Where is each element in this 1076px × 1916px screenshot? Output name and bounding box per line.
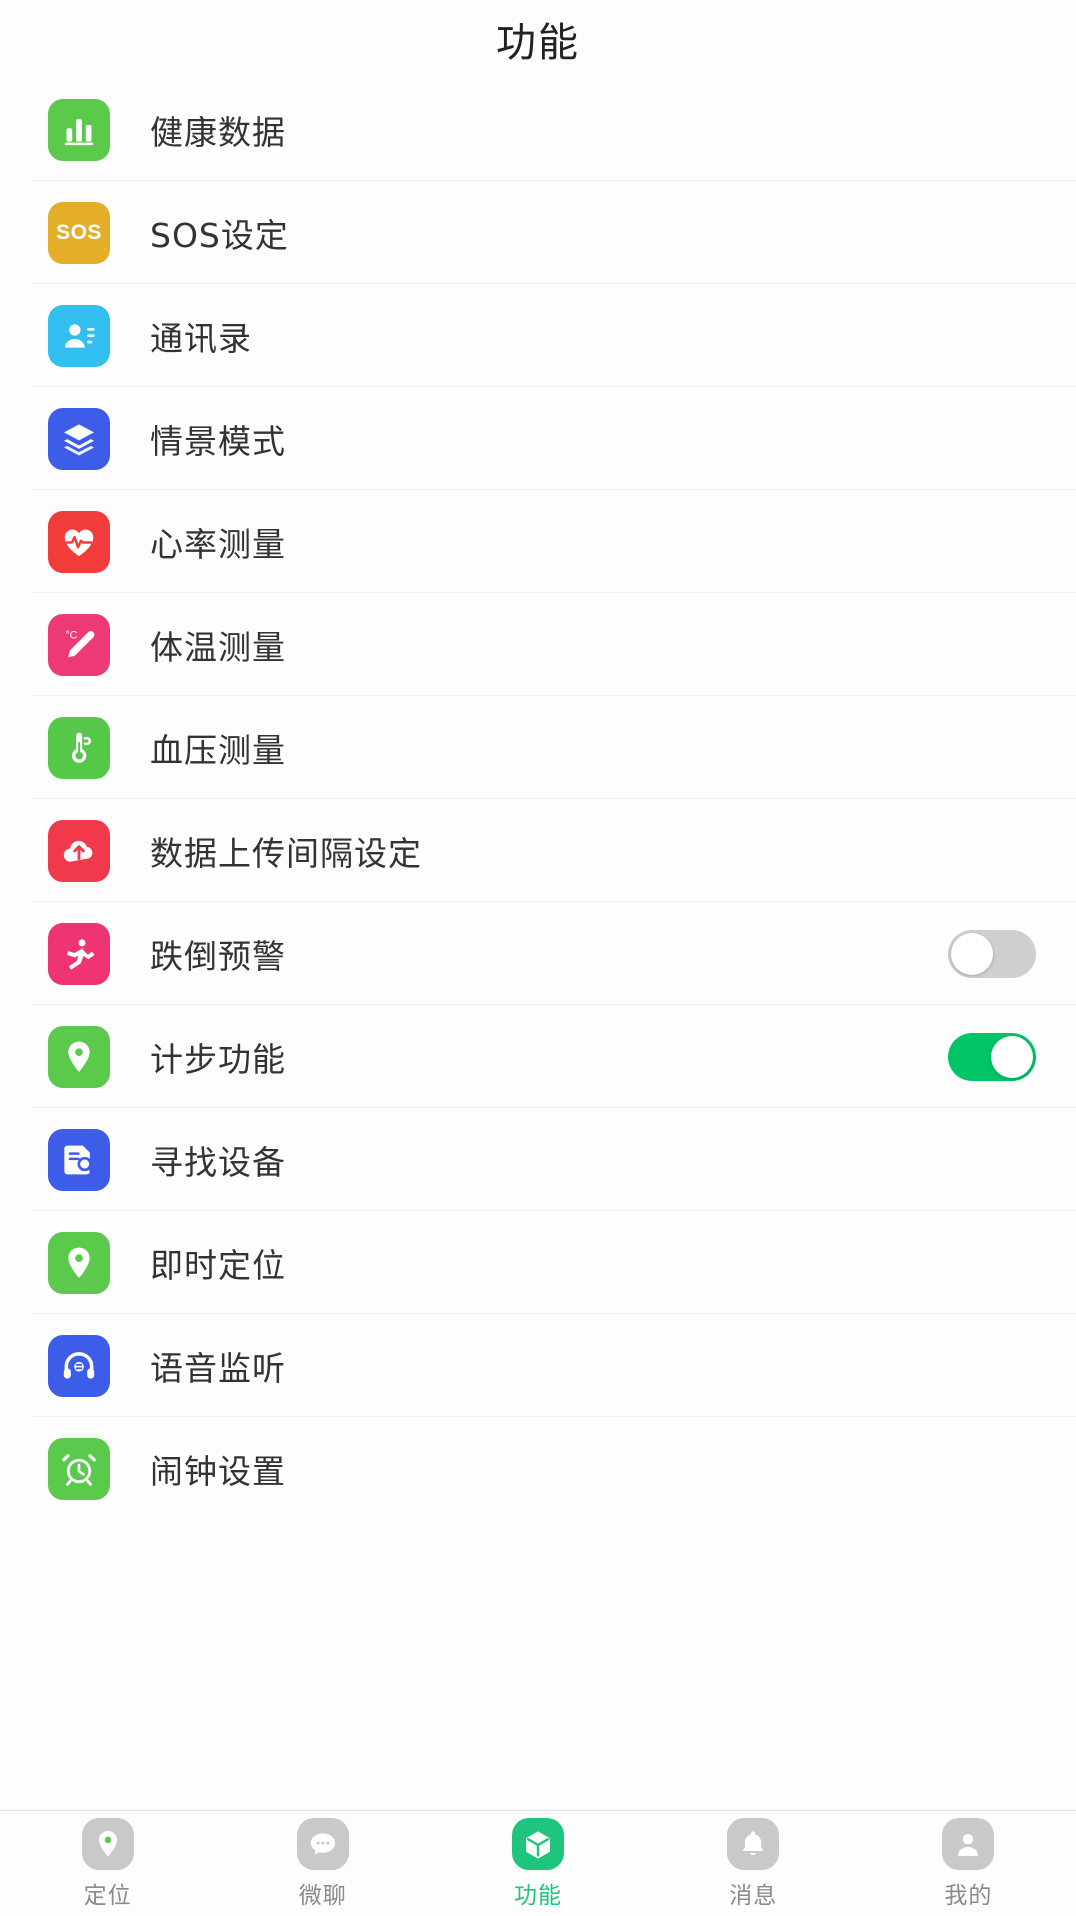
cube-icon xyxy=(512,1817,564,1870)
function-row[interactable]: 血压测量 xyxy=(0,696,1076,799)
contacts-icon xyxy=(48,304,110,367)
function-row-label: 语音监听 xyxy=(150,1348,286,1388)
function-row[interactable]: 跌倒预警 xyxy=(0,902,1076,1005)
function-row[interactable]: 寻找设备 xyxy=(0,1108,1076,1211)
headphones-icon xyxy=(48,1334,110,1397)
function-row[interactable]: 情景模式 xyxy=(0,387,1076,490)
function-row[interactable]: 计步功能 xyxy=(0,1005,1076,1108)
tab-label: 定位 xyxy=(83,1882,132,1909)
tab-label: 功能 xyxy=(514,1882,562,1909)
function-row[interactable]: 即时定位 xyxy=(0,1211,1076,1314)
fall-alert-icon xyxy=(48,922,110,985)
tab-label: 消息 xyxy=(729,1882,778,1909)
tab-bell[interactable]: 消息 xyxy=(646,1811,861,1916)
function-row-label: 闹钟设置 xyxy=(150,1451,286,1491)
function-row-label: 情景模式 xyxy=(150,421,286,461)
function-row[interactable]: 闹钟设置 xyxy=(0,1417,1076,1520)
blood-pressure-icon xyxy=(48,716,110,779)
function-row[interactable]: 通讯录 xyxy=(0,284,1076,387)
function-row[interactable]: 心率测量 xyxy=(0,490,1076,593)
cloud-upload-icon xyxy=(48,819,110,882)
function-list[interactable]: 健康数据 SOS SOS设定通讯录情景模式心率测量 °C 体温测量血压测量数据上传间隔设… xyxy=(0,78,1076,1810)
alarm-clock-icon xyxy=(48,1437,110,1500)
location-pin-icon xyxy=(81,1817,134,1870)
chat-bubble-icon xyxy=(296,1817,349,1870)
function-row-label: 心率测量 xyxy=(150,524,286,564)
function-row-label: 健康数据 xyxy=(150,112,286,152)
location-pin-icon xyxy=(48,1231,110,1294)
sos-icon: SOS xyxy=(48,201,110,264)
tab-location-pin[interactable]: 定位 xyxy=(0,1811,215,1916)
function-row-label: 寻找设备 xyxy=(150,1142,286,1182)
toggle-knob xyxy=(951,932,993,975)
function-row-label: 即时定位 xyxy=(150,1245,286,1285)
layers-icon xyxy=(48,407,110,470)
function-row-label: 跌倒预警 xyxy=(150,936,286,976)
pedometer-icon xyxy=(48,1025,110,1088)
function-row-label: 数据上传间隔设定 xyxy=(150,833,422,873)
function-row[interactable]: °C 体温测量 xyxy=(0,593,1076,696)
header: 功能 xyxy=(0,0,1076,78)
toggle-switch[interactable] xyxy=(948,1032,1036,1081)
tab-label: 我的 xyxy=(944,1882,993,1909)
thermometer-pen-icon: °C xyxy=(48,613,110,676)
page-title: 功能 xyxy=(496,20,580,66)
heart-rate-icon xyxy=(48,510,110,573)
person-icon xyxy=(942,1817,995,1870)
tab-label: 微聊 xyxy=(298,1882,347,1909)
function-row[interactable]: 数据上传间隔设定 xyxy=(0,799,1076,902)
function-row-label: 通讯录 xyxy=(150,318,252,358)
toggle-knob xyxy=(991,1035,1033,1078)
bar-chart-icon xyxy=(48,98,110,161)
function-row-label: 计步功能 xyxy=(150,1039,286,1079)
function-row[interactable]: 语音监听 xyxy=(0,1314,1076,1417)
bell-icon xyxy=(727,1817,780,1870)
app-root: 功能 健康数据 SOS SOS设定通讯录情景模式心率测量 °C 体温测量血压测量数据上传… xyxy=(0,0,1076,1916)
tab-cube[interactable]: 功能 xyxy=(430,1811,645,1916)
function-row-label: 血压测量 xyxy=(150,730,286,770)
toggle-switch[interactable] xyxy=(948,929,1036,978)
tab-person[interactable]: 我的 xyxy=(861,1811,1076,1916)
find-device-icon xyxy=(48,1128,110,1191)
bottom-tab-bar[interactable]: 定位 微聊 功能 消息 我的 xyxy=(0,1810,1076,1916)
function-row[interactable]: 健康数据 xyxy=(0,78,1076,181)
function-row-label: 体温测量 xyxy=(150,627,286,667)
svg-text:°C: °C xyxy=(65,629,77,641)
function-row-label: SOS设定 xyxy=(150,215,289,255)
tab-chat-bubble[interactable]: 微聊 xyxy=(215,1811,430,1916)
function-row[interactable]: SOS SOS设定 xyxy=(0,181,1076,284)
